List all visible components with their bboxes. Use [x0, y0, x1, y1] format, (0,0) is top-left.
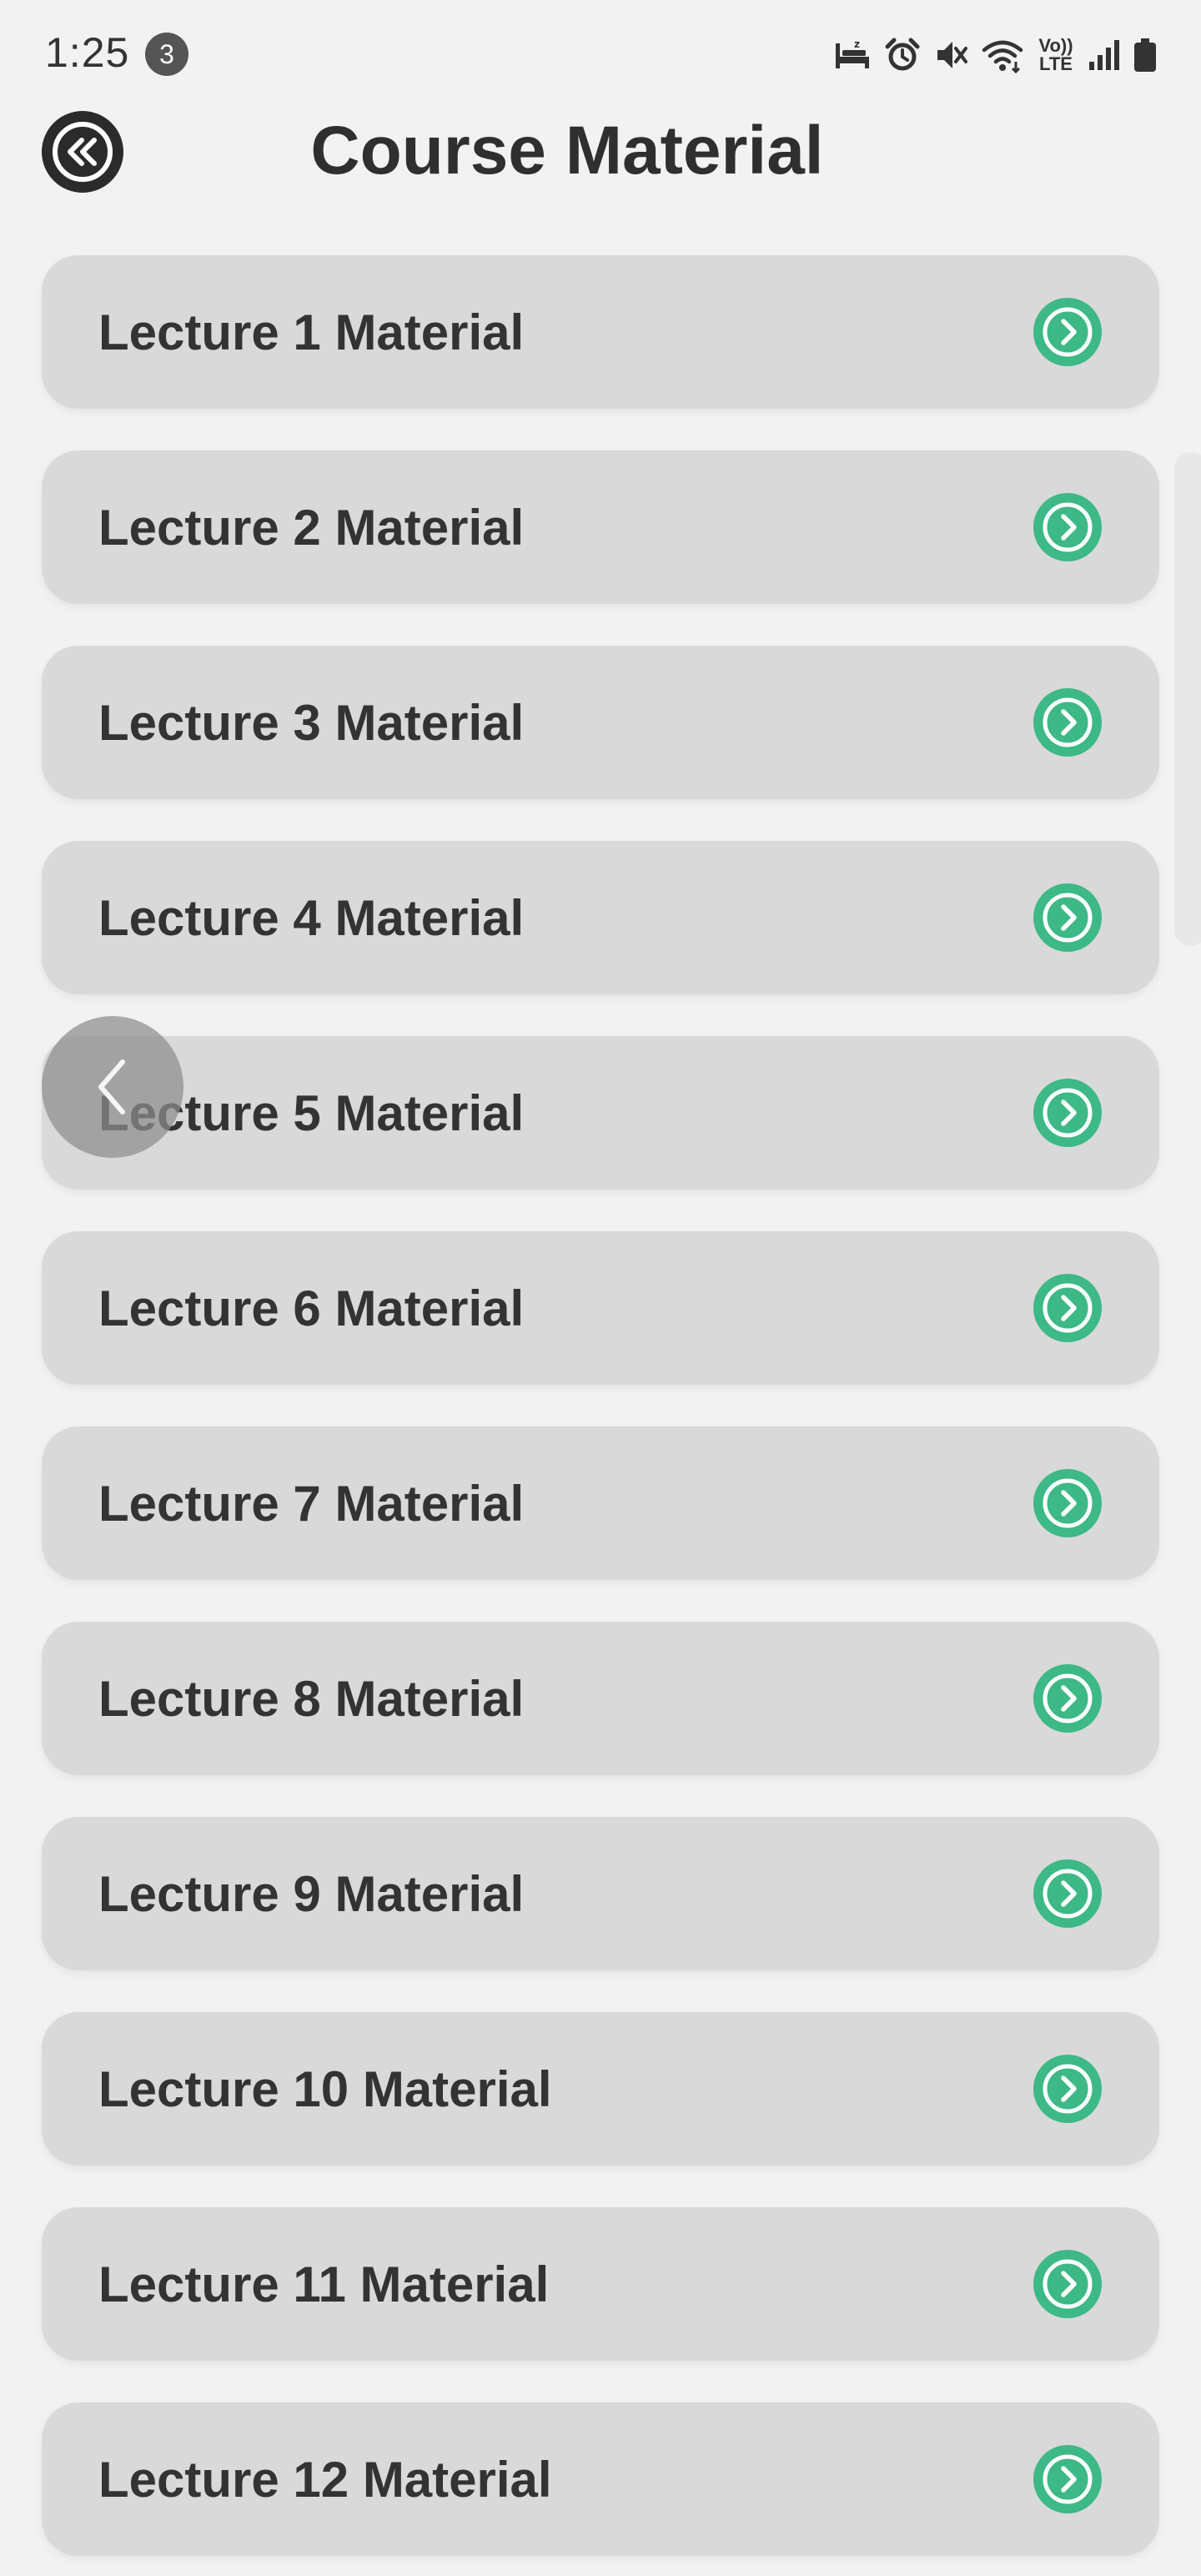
material-label: Lecture 1 Material — [98, 304, 525, 360]
material-label: Lecture 7 Material — [98, 1475, 525, 1532]
notification-count-badge: 3 — [145, 33, 188, 76]
material-card-6[interactable]: Lecture 6 Material — [42, 1231, 1159, 1385]
material-label: Lecture 4 Material — [98, 889, 525, 946]
material-label: Lecture 2 Material — [98, 499, 525, 556]
signal-icon — [1089, 40, 1119, 70]
material-label: Lecture 10 Material — [98, 2060, 552, 2117]
wifi-icon — [982, 40, 1023, 73]
status-time: 1:25 — [45, 29, 130, 76]
material-list: Lecture 1 Material Lecture 2 Material Le… — [42, 255, 1159, 2556]
material-card-7[interactable]: Lecture 7 Material — [42, 1426, 1159, 1580]
material-card-12[interactable]: Lecture 12 Material — [42, 2402, 1159, 2556]
battery-icon — [1134, 38, 1156, 72]
alarm-icon — [885, 38, 920, 71]
floating-back-button[interactable] — [42, 1016, 183, 1158]
mute-icon — [937, 42, 967, 68]
material-label: Lecture 6 Material — [98, 1280, 525, 1336]
material-label: Lecture 9 Material — [98, 1865, 525, 1922]
material-label: Lecture 3 Material — [98, 694, 525, 751]
chevron-right-circle-icon[interactable] — [1033, 1078, 1103, 1148]
chevron-left-icon — [98, 1059, 125, 1114]
lte-top-label: Vo)) — [1038, 35, 1073, 56]
chevron-right-circle-icon[interactable] — [1033, 492, 1103, 562]
page-title: Course Material — [310, 113, 824, 189]
material-card-8[interactable]: Lecture 8 Material — [42, 1622, 1159, 1775]
material-card-4[interactable]: Lecture 4 Material — [42, 841, 1159, 994]
material-label: Lecture 8 Material — [98, 1670, 525, 1727]
material-card-2[interactable]: Lecture 2 Material — [42, 450, 1159, 604]
lte-bottom-label: LTE — [1039, 53, 1073, 74]
material-card-11[interactable]: Lecture 11 Material — [42, 2207, 1159, 2361]
sleep-icon: z — [836, 38, 869, 68]
chevron-right-circle-icon[interactable] — [1033, 687, 1103, 757]
material-card-3[interactable]: Lecture 3 Material — [42, 646, 1159, 799]
chevron-right-circle-icon[interactable] — [1033, 297, 1103, 367]
chevron-right-circle-icon[interactable] — [1033, 2444, 1103, 2514]
chevron-right-circle-icon[interactable] — [1033, 1663, 1103, 1733]
material-card-9[interactable]: Lecture 9 Material — [42, 1817, 1159, 1970]
chevron-right-circle-icon[interactable] — [1033, 1859, 1103, 1929]
svg-text:z: z — [854, 38, 860, 50]
material-card-10[interactable]: Lecture 10 Material — [42, 2012, 1159, 2166]
course-material-screen: 1:25 3 z Vo)) LTE Course Material Lectur… — [0, 0, 1201, 2576]
chevron-right-circle-icon[interactable] — [1033, 2249, 1103, 2319]
lte-icon: Vo)) LTE — [1036, 37, 1076, 73]
status-bar: 1:25 3 z Vo)) LTE — [0, 0, 1201, 107]
chevron-right-circle-icon[interactable] — [1033, 1468, 1103, 1538]
material-label: Lecture 11 Material — [98, 2256, 550, 2312]
chevron-right-circle-icon[interactable] — [1033, 883, 1103, 953]
chevron-right-circle-icon[interactable] — [1033, 1273, 1103, 1343]
material-card-1[interactable]: Lecture 1 Material — [42, 255, 1159, 409]
chevron-right-circle-icon[interactable] — [1033, 2054, 1103, 2124]
status-icons: z Vo)) LTE — [832, 32, 1158, 78]
scroll-indicator[interactable] — [1174, 452, 1201, 946]
material-label: Lecture 12 Material — [98, 2451, 552, 2508]
material-card-5[interactable]: Lecture 5 Material — [42, 1036, 1159, 1190]
